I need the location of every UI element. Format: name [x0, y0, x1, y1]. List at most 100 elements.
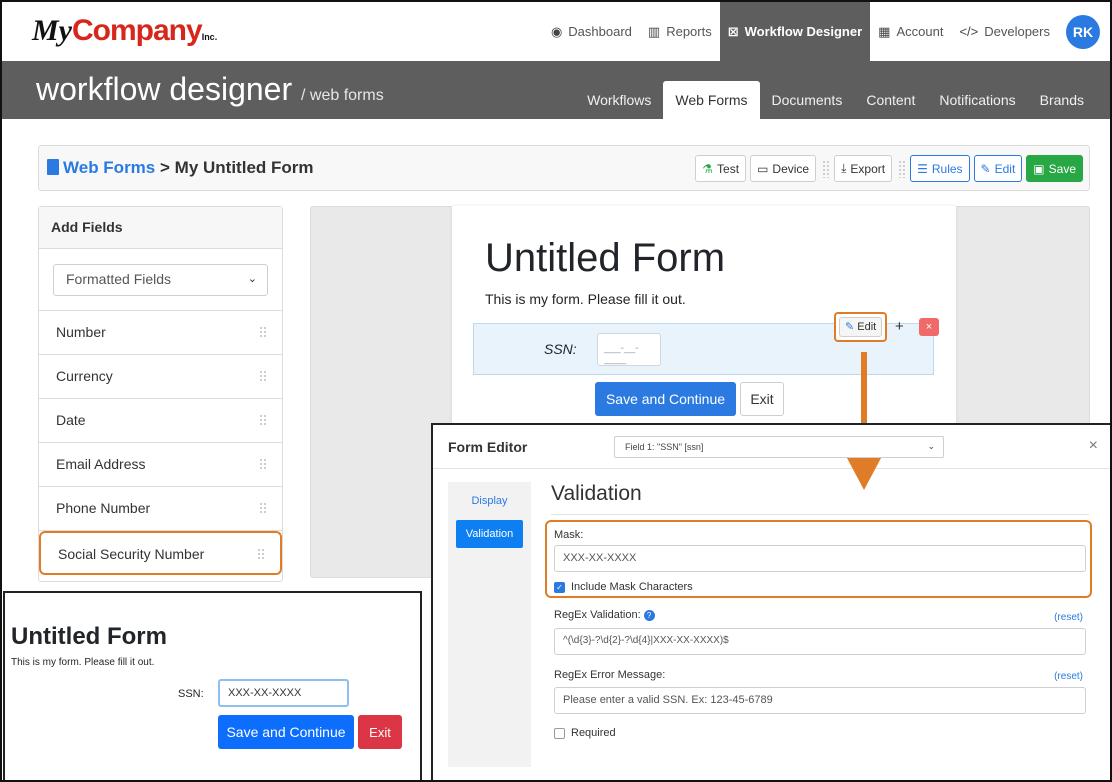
annotation-arrow-head — [847, 458, 881, 490]
drag-handle-icon[interactable] — [259, 326, 266, 338]
regex-reset-link[interactable]: (reset) — [1054, 612, 1083, 623]
sub-tabs: Workflows Web Forms Documents Content No… — [575, 81, 1096, 119]
ssn-field-label: SSN: — [544, 341, 577, 357]
nav-workflow-designer-label: Workflow Designer — [744, 24, 863, 39]
close-icon[interactable]: × — [1089, 437, 1098, 455]
tab-web-forms[interactable]: Web Forms — [663, 81, 760, 119]
required-checkbox[interactable]: Required — [554, 727, 616, 739]
nav-dashboard[interactable]: ◉ Dashboard — [543, 2, 640, 61]
preview-save-continue-button[interactable]: Save and Continue — [218, 715, 354, 749]
list-check-icon: ☰ — [917, 161, 928, 176]
drag-handle-icon[interactable] — [257, 548, 264, 560]
test-label: Test — [717, 161, 740, 176]
edit-form-button[interactable]: ✎ Edit — [973, 155, 1023, 182]
floppy-icon: ▣ — [1033, 161, 1045, 176]
edit-label: Edit — [994, 161, 1016, 176]
field-item-currency[interactable]: Currency — [39, 355, 282, 399]
preview-ssn-label: SSN: — [178, 688, 204, 700]
pencil-icon: ✎ — [980, 161, 991, 176]
tab-documents[interactable]: Documents — [760, 92, 855, 119]
tab-display[interactable]: Display — [456, 490, 523, 512]
nav-account[interactable]: ▦ Account — [870, 2, 951, 61]
breadcrumb: Web Forms > My Untitled Form — [47, 158, 314, 178]
chart-icon: ▥ — [647, 23, 661, 39]
remove-field-button[interactable]: × — [919, 318, 939, 336]
tab-validation[interactable]: Validation — [456, 520, 523, 548]
breadcrumb-link-web-forms[interactable]: Web Forms — [63, 158, 155, 177]
monitor-icon: ▭ — [757, 161, 769, 176]
drag-handle-icon[interactable] — [259, 414, 266, 426]
drag-handle-icon[interactable] — [259, 370, 266, 382]
field-type-select-wrap: Formatted Fields ⌄ — [39, 249, 282, 311]
field-item-phone[interactable]: Phone Number — [39, 487, 282, 531]
rules-button[interactable]: ☰ Rules — [910, 155, 970, 182]
field-item-label: Phone Number — [56, 500, 151, 516]
tab-content[interactable]: Content — [854, 92, 927, 119]
device-label: Device — [772, 161, 810, 176]
form-save-continue-button[interactable]: Save and Continue — [595, 382, 736, 416]
field-item-ssn[interactable]: Social Security Number — [39, 531, 282, 575]
form-exit-button[interactable]: Exit — [740, 382, 784, 416]
tab-notifications[interactable]: Notifications — [927, 92, 1027, 119]
regex-label-text: RegEx Validation: — [554, 609, 641, 621]
field-edit-button[interactable]: ✎ Edit — [839, 317, 883, 337]
form-title[interactable]: Untitled Form — [485, 236, 725, 281]
mask-input[interactable]: XXX-XX-XXXX — [554, 545, 1086, 572]
nav-developers[interactable]: </> Developers — [951, 2, 1058, 61]
tab-brands[interactable]: Brands — [1028, 92, 1096, 119]
drag-handle-icon[interactable] — [259, 458, 266, 470]
preview-exit-button[interactable]: Exit — [358, 715, 402, 749]
nav-reports[interactable]: ▥ Reports — [640, 2, 720, 61]
breadcrumb-bar: Web Forms > My Untitled Form ⚗ Test ▭ Devi… — [38, 145, 1090, 191]
save-button[interactable]: ▣ Save — [1026, 155, 1083, 182]
workflow-icon: ⊠ — [727, 23, 739, 39]
code-icon: </> — [959, 24, 979, 39]
nav-dashboard-label: Dashboard — [568, 24, 632, 39]
app-title: workflow designer / web forms — [36, 71, 384, 108]
include-mask-checkbox[interactable]: ✓ Include Mask Characters — [554, 581, 693, 593]
drag-handle-icon[interactable] — [898, 159, 907, 178]
user-avatar[interactable]: RK — [1066, 14, 1100, 49]
preview-ssn-input[interactable]: XXX-XX-XXXX — [218, 679, 349, 707]
regex-input[interactable]: ^(\d{3}-?\d{2}-?\d{4}|XXX-XX-XXXX)$ — [554, 628, 1086, 655]
logo-my-text: My — [32, 14, 72, 47]
export-button[interactable]: ⤓ Export — [834, 155, 893, 182]
file-icon — [47, 159, 59, 175]
logo-inc-text: Inc. — [201, 32, 218, 42]
field-type-select[interactable]: Formatted Fields ⌄ — [53, 264, 268, 296]
form-description[interactable]: This is my form. Please fill it out. — [485, 291, 686, 307]
tab-workflows[interactable]: Workflows — [575, 92, 663, 119]
dashboard-icon: ◉ — [550, 23, 563, 39]
test-button[interactable]: ⚗ Test — [695, 155, 747, 182]
drag-handle-icon[interactable] — [259, 502, 266, 514]
field-item-number[interactable]: Number — [39, 311, 282, 355]
drag-handle-icon[interactable] — [822, 159, 831, 178]
nav-reports-label: Reports — [666, 24, 712, 39]
field-select-value: Field 1: "SSN" [ssn] — [625, 442, 704, 452]
export-label: Export — [850, 161, 886, 176]
form-editor-header: Form Editor Field 1: "SSN" [ssn] ⌄ × — [433, 425, 1110, 469]
regex-error-input[interactable]: Please enter a valid SSN. Ex: 123-45-678… — [554, 687, 1086, 714]
field-select[interactable]: Field 1: "SSN" [ssn] ⌄ — [614, 436, 944, 458]
regex-label: RegEx Validation:? — [554, 609, 655, 621]
pencil-icon: ✎ — [845, 321, 855, 333]
app-title-text: workflow designer — [36, 71, 293, 107]
breadcrumb-separator: > — [160, 158, 170, 177]
device-button[interactable]: ▭ Device — [750, 155, 817, 182]
help-icon[interactable]: ? — [643, 610, 655, 621]
nav-workflow-designer[interactable]: ⊠ Workflow Designer — [719, 2, 871, 61]
field-item-date[interactable]: Date — [39, 399, 282, 443]
regex-error-label: RegEx Error Message: — [554, 669, 666, 681]
form-editor-content: Validation Mask: XXX-XX-XXXX ✓ Include Ma… — [545, 482, 1092, 772]
field-item-email[interactable]: Email Address — [39, 443, 282, 487]
error-reset-link[interactable]: (reset) — [1054, 671, 1083, 682]
add-field-plus-icon[interactable]: + — [895, 318, 904, 335]
ssn-field-input[interactable]: ___-__-____ — [597, 333, 661, 366]
field-item-label: Number — [56, 324, 106, 340]
form-preview: Untitled Form This is my form. Please fi… — [3, 591, 422, 780]
flask-icon: ⚗ — [702, 161, 714, 176]
building-icon: ▦ — [878, 23, 891, 39]
company-logo[interactable]: MyCompanyInc. — [32, 14, 217, 48]
add-fields-title: Add Fields — [39, 207, 282, 249]
logo-company-text: Company — [72, 14, 203, 47]
